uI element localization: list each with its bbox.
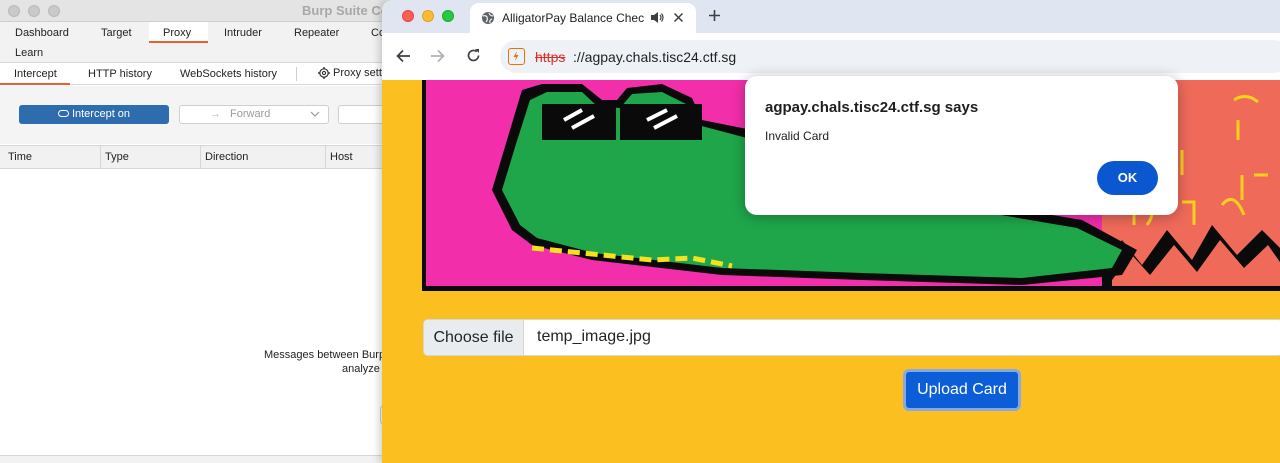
alert-title: agpay.chals.tisc24.ctf.sg says [765, 99, 979, 116]
column-separator [200, 146, 201, 168]
close-window-button[interactable] [8, 5, 20, 17]
back-arrow-icon[interactable] [396, 49, 411, 63]
toggle-icon [57, 109, 69, 117]
zoom-window-button[interactable] [48, 5, 60, 17]
intercept-table-header: Time Type Direction Host [0, 145, 400, 169]
arrow-right-icon: → [210, 108, 221, 120]
speaker-icon[interactable] [650, 11, 664, 24]
chrome-toolbar: https ://agpay.chals.tisc24.ctf.sg [382, 33, 1280, 80]
file-input[interactable]: Choose file temp_image.jpg [423, 319, 1280, 356]
proxy-settings-label: Proxy setti [333, 67, 385, 79]
reload-icon[interactable] [466, 48, 481, 63]
tab-repeater[interactable]: Repeater [294, 27, 339, 39]
url-text: ://agpay.chals.tisc24.ctf.sg [573, 49, 737, 65]
burp-status-bar [0, 455, 400, 463]
chrome-tab-strip: AlligatorPay Balance Chec [382, 0, 1280, 33]
proxy-sub-tabs: Intercept HTTP history WebSockets histor… [0, 63, 400, 85]
alert-ok-button[interactable]: OK [1097, 161, 1158, 195]
globe-icon [482, 12, 494, 24]
chrome-window: AlligatorPay Balance Chec https://agpay… [382, 0, 1280, 463]
empty-state-message-line1: Messages between Burp [264, 349, 386, 361]
tab-learn[interactable]: Learn [15, 47, 43, 59]
proxy-tab-indicator [149, 41, 208, 43]
forward-arrow-icon[interactable] [430, 49, 445, 63]
burp-window-title: Burp Suite Co [302, 3, 389, 18]
not-secure-warning-icon[interactable] [508, 48, 525, 65]
selected-file-name: temp_image.jpg [537, 328, 651, 345]
burp-titlebar: Burp Suite Co [0, 0, 400, 22]
column-host[interactable]: Host [330, 151, 353, 163]
url-scheme: https [535, 49, 566, 65]
minimize-window-button[interactable] [28, 5, 40, 17]
tab-dashboard[interactable]: Dashboard [15, 27, 69, 39]
column-separator [325, 146, 326, 168]
tab-proxy[interactable]: Proxy [163, 27, 191, 39]
tab-intruder[interactable]: Intruder [224, 27, 262, 39]
intercept-toggle-button[interactable]: Intercept on [19, 105, 169, 124]
forward-button[interactable]: → Forward [179, 105, 329, 124]
choose-file-button[interactable]: Choose file [424, 320, 524, 355]
close-tab-icon[interactable] [673, 12, 684, 23]
proxy-settings-button[interactable]: Proxy setti [318, 67, 385, 80]
chevron-down-icon[interactable] [310, 111, 320, 118]
tab-target[interactable]: Target [101, 27, 132, 39]
subtab-websockets-history[interactable]: WebSockets history [180, 68, 277, 80]
subtab-separator [296, 67, 297, 81]
column-direction[interactable]: Direction [205, 151, 248, 163]
intercept-tab-indicator [0, 83, 70, 85]
address-bar[interactable]: https ://agpay.chals.tisc24.ctf.sg [500, 40, 1280, 73]
intercept-table-body[interactable] [0, 169, 400, 455]
gear-icon [318, 67, 330, 80]
close-window-button[interactable] [402, 10, 414, 22]
intercept-toggle-label: Intercept on [71, 108, 131, 120]
column-separator [100, 146, 101, 168]
column-time[interactable]: Time [8, 151, 32, 163]
zoom-window-button[interactable] [442, 10, 454, 22]
minimize-window-button[interactable] [422, 10, 434, 22]
forward-label: Forward [230, 108, 271, 120]
upload-card-button[interactable]: Upload Card [903, 369, 1021, 411]
alert-message: Invalid Card [765, 129, 830, 143]
subtab-intercept[interactable]: Intercept [14, 68, 57, 80]
browser-tab[interactable]: AlligatorPay Balance Chec [470, 3, 696, 33]
warning-slash-icon [513, 51, 519, 61]
tab-title: AlligatorPay Balance Chec [502, 11, 645, 25]
alert-dialog: agpay.chals.tisc24.ctf.sg says Invalid C… [745, 76, 1178, 215]
column-type[interactable]: Type [105, 151, 129, 163]
burp-window: Burp Suite Co Dashboard Target Proxy Int… [0, 0, 400, 463]
subtab-http-history[interactable]: HTTP history [88, 68, 152, 80]
burp-main-tabs-row2: Learn [0, 44, 400, 63]
new-tab-icon[interactable] [708, 9, 721, 22]
